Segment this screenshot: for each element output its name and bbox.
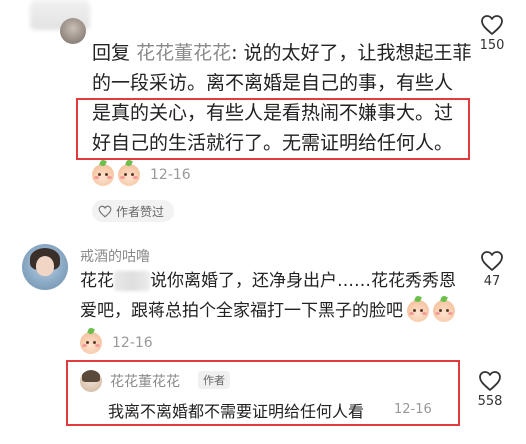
comment-text[interactable]: 花花 说你离婚了，还净身出户……花花秀秀恩 爱吧，跟蒋总拍个全家福打一下黑子的脸吧 bbox=[80, 266, 460, 326]
blurred-name bbox=[114, 271, 150, 291]
peach-emoji-icon bbox=[80, 327, 102, 354]
like-button[interactable]: 558 bbox=[470, 370, 510, 409]
comment-line: 的一段采访。离不离婚是自己的事，有些人 bbox=[92, 72, 454, 94]
author-liked-badge: 作者赞过 bbox=[92, 200, 175, 222]
author-liked-label: 作者赞过 bbox=[116, 204, 165, 219]
peach-emoji-icon bbox=[92, 159, 114, 186]
avatar[interactable] bbox=[22, 244, 68, 290]
peach-emoji-icon bbox=[407, 295, 429, 322]
emoji-date-row: 12-16 bbox=[80, 327, 153, 354]
username[interactable]: 花花董花花 bbox=[110, 371, 180, 391]
heart-icon bbox=[98, 205, 112, 218]
username[interactable]: 戒酒的咕噜 bbox=[80, 246, 150, 266]
heart-icon bbox=[479, 371, 501, 391]
heart-icon bbox=[481, 15, 503, 35]
peach-emoji-icon bbox=[433, 295, 455, 322]
like-button[interactable]: 47 bbox=[472, 250, 512, 289]
like-count: 47 bbox=[483, 274, 501, 289]
reply-text[interactable]: 我离不离婚都不需要证明给任何人看 bbox=[108, 398, 364, 422]
reply-to-name[interactable]: 花花董花花 bbox=[136, 42, 231, 64]
colon: : bbox=[231, 42, 244, 64]
reply-prefix: 回复 bbox=[92, 42, 131, 64]
comment-line: 花花 说你离婚了，还净身出户……花花秀秀恩 bbox=[80, 266, 460, 296]
peach-emoji-icon bbox=[118, 159, 140, 186]
comment-line-text: 说的太好了，让我想起王菲 bbox=[243, 42, 472, 64]
comment-text-part: 说你离婚了，还净身出户……花花秀秀恩 bbox=[150, 271, 456, 291]
comment-text-part: 花花 bbox=[80, 271, 114, 291]
avatar[interactable] bbox=[60, 18, 86, 44]
author-tag: 作者 bbox=[198, 371, 230, 389]
avatar[interactable] bbox=[80, 370, 102, 392]
comment-date: 12-16 bbox=[112, 335, 153, 351]
comment-line: 爱吧，跟蒋总拍个全家福打一下黑子的脸吧 bbox=[80, 295, 460, 326]
comment-line: 回复 花花董花花: 说的太好了，让我想起王菲 bbox=[92, 38, 472, 68]
like-count: 558 bbox=[477, 394, 503, 409]
highlight-box bbox=[76, 98, 470, 160]
emoji-date-row: 12-16 bbox=[92, 159, 191, 186]
comment-date: 12-16 bbox=[394, 402, 432, 417]
comment-text-part: 爱吧，跟蒋总拍个全家福打一下黑子的脸吧 bbox=[80, 301, 403, 321]
heart-icon bbox=[481, 251, 503, 271]
comment-date: 12-16 bbox=[150, 167, 191, 183]
like-count: 150 bbox=[479, 38, 505, 53]
like-button[interactable]: 150 bbox=[472, 14, 512, 53]
